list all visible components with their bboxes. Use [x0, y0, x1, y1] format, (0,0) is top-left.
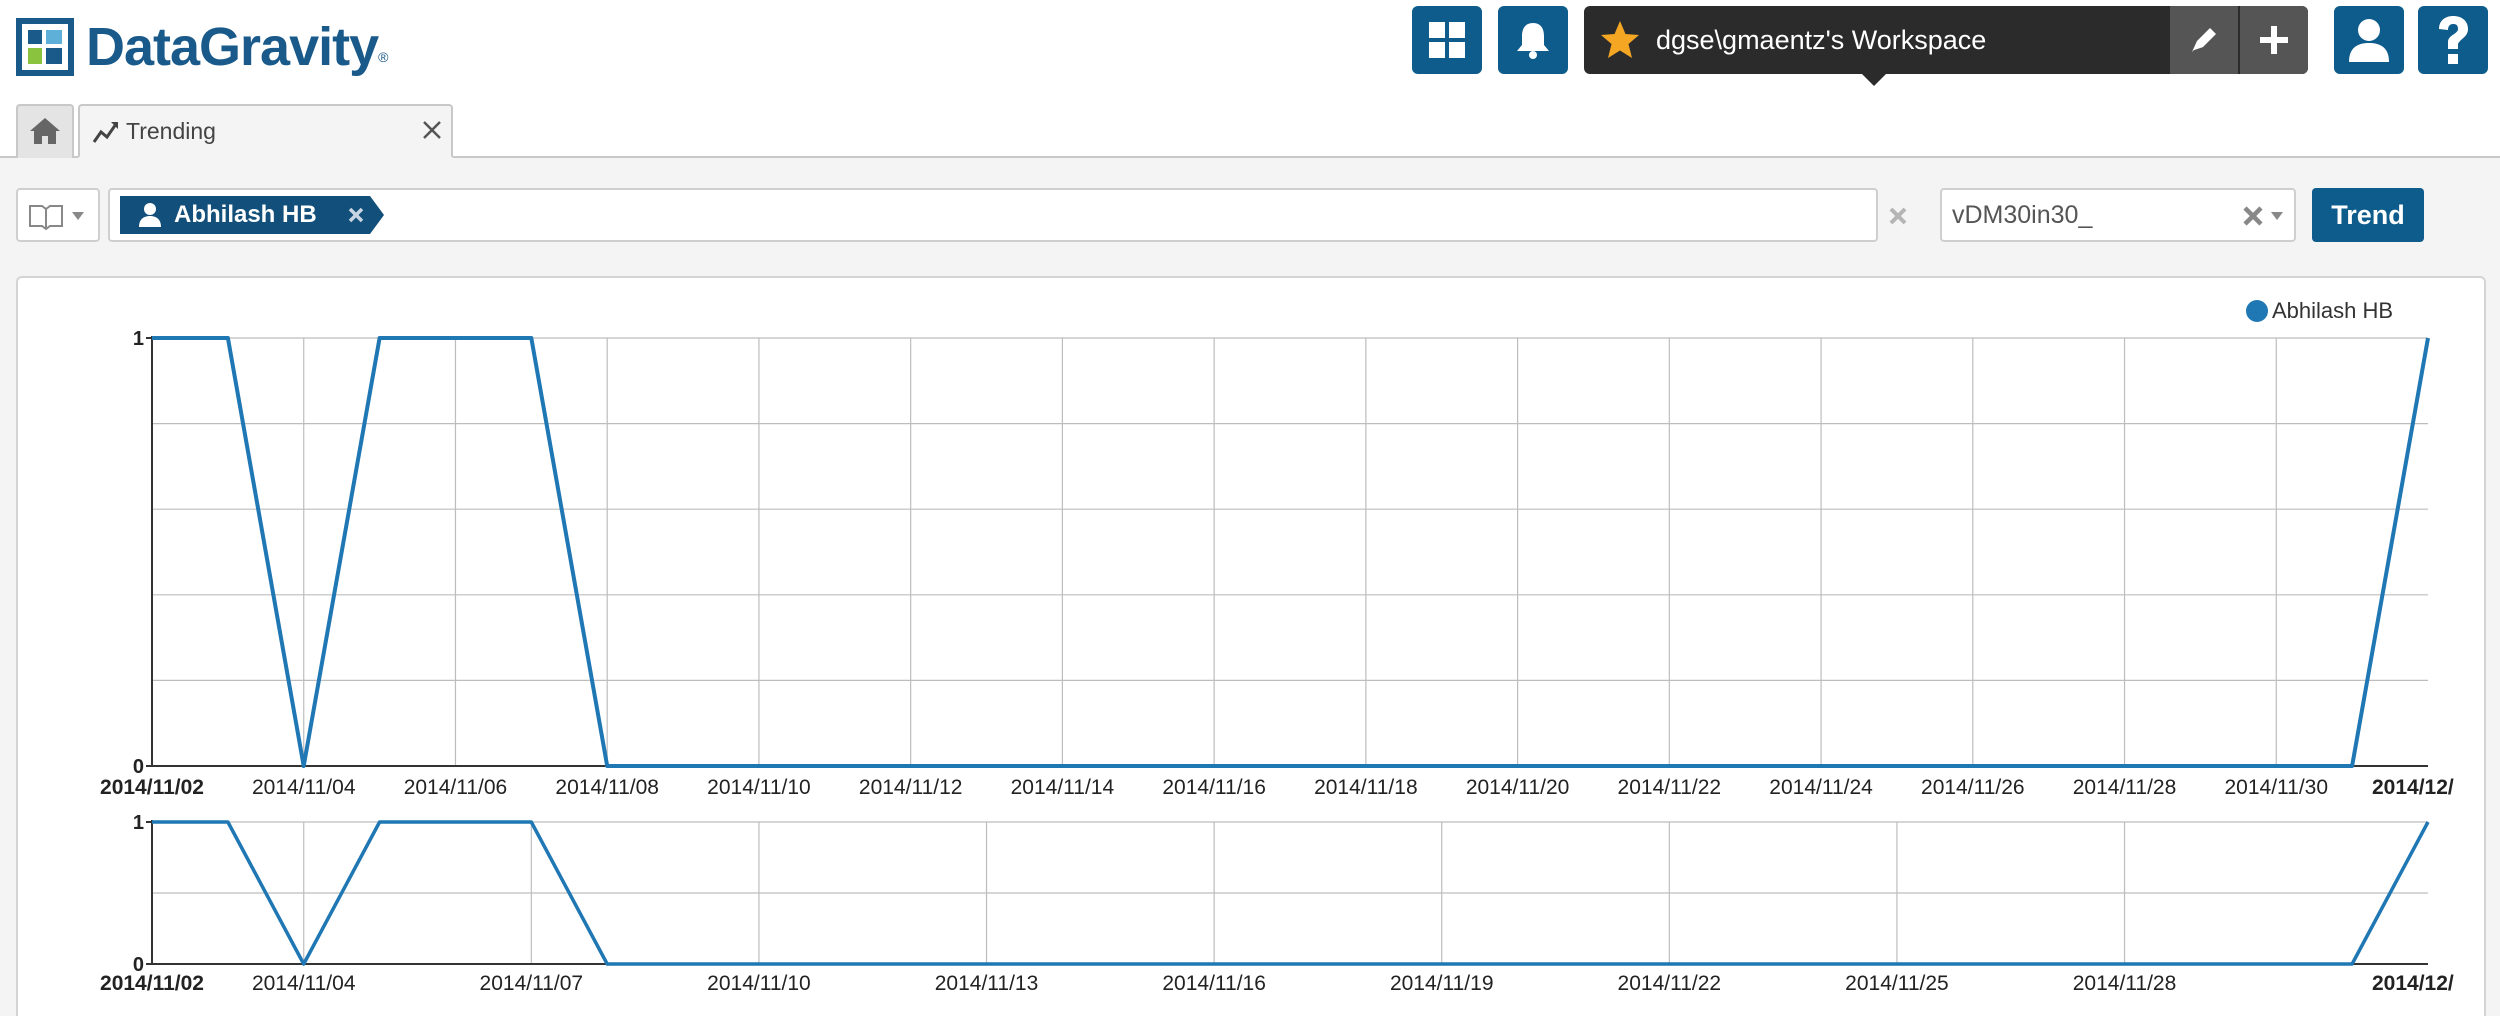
x-tick-label: 2014/11/04: [252, 972, 356, 995]
x-tick-label: 2014/11/22: [1618, 776, 1722, 799]
x-tick-label: 2014/11/24: [1769, 776, 1873, 799]
x-tick-label: 2014/11/28: [2073, 776, 2177, 799]
x-tick-label: 2014/11/16: [1162, 972, 1266, 995]
x-tick-label: 2014/11/06: [404, 776, 508, 799]
y-tick-label: 0: [133, 756, 144, 778]
x-tick-label: 2014/11/30: [2224, 776, 2328, 799]
x-tick-label: 2014/11/18: [1314, 776, 1418, 799]
x-tick-label: 2014/11/04: [252, 776, 356, 799]
x-tick-label: 2014/11/28: [2073, 972, 2177, 995]
x-tick-label: 2014/11/08: [555, 776, 659, 799]
series-line: [152, 336, 2430, 768]
x-tick-label: 2014/12/: [2372, 776, 2454, 799]
x-tick-label: 2014/11/10: [707, 972, 811, 995]
x-tick-label: 2014/11/14: [1011, 776, 1115, 799]
main-chart: 2014/11/02 2014/11/04 2014/11/06 2014/11/08…: [100, 328, 2454, 799]
overview-chart: 2014/11/02 2014/11/04 2014/11/07 2014/11/10…: [100, 812, 2454, 995]
x-tick-label: 2014/11/26: [1921, 776, 2025, 799]
x-tick-label: 2014/11/13: [935, 972, 1039, 995]
x-tick-label: 2014/11/19: [1390, 972, 1494, 995]
x-tick-label: 2014/11/10: [707, 776, 811, 799]
x-tick-label: 2014/11/22: [1618, 972, 1722, 995]
x-tick-label: 2014/11/16: [1162, 776, 1266, 799]
x-tick-label: 2014/11/25: [1845, 972, 1949, 995]
x-tick-label: 2014/12/: [2372, 972, 2454, 995]
x-tick-label: 2014/11/07: [480, 972, 584, 995]
y-tick-label: 1: [133, 812, 144, 834]
trend-charts: 2014/11/02 2014/11/04 2014/11/06 2014/11/08…: [100, 328, 2454, 995]
x-tick-label: 2014/11/02: [100, 972, 204, 995]
y-tick-label: 0: [133, 954, 144, 976]
x-tick-label: 2014/11/12: [859, 776, 963, 799]
x-tick-label: 2014/11/20: [1466, 776, 1570, 799]
y-tick-label: 1: [133, 328, 144, 350]
x-tick-label: 2014/11/02: [100, 776, 204, 799]
